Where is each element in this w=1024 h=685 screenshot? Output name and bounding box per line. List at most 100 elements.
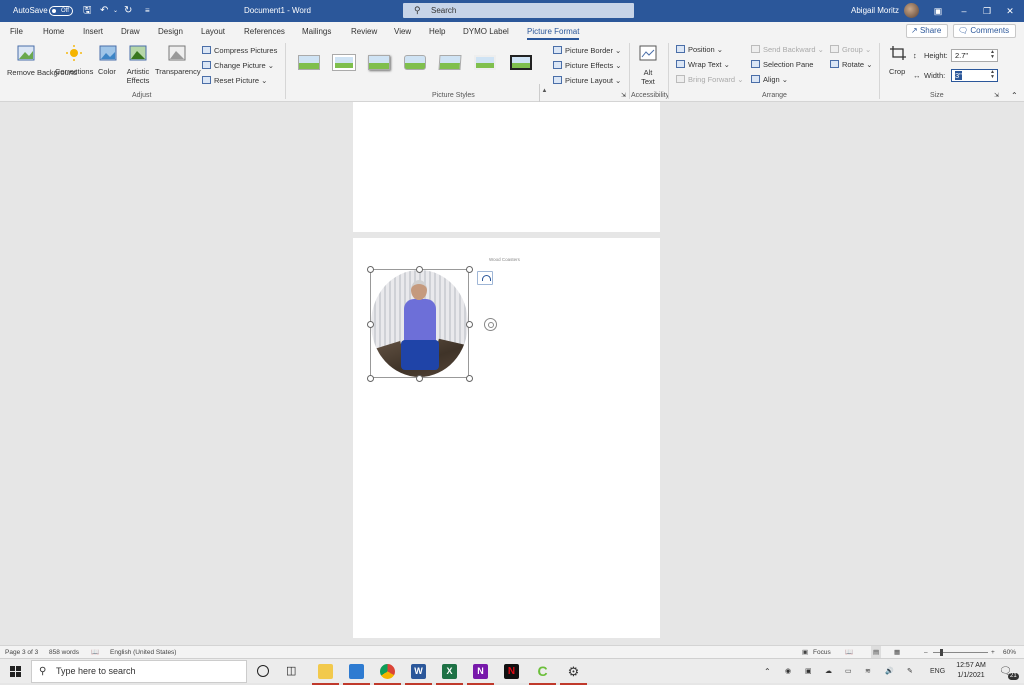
group-button[interactable]: Group ⌄ [830,45,871,54]
picture-style-2[interactable] [330,52,358,74]
cortana-icon[interactable] [257,665,269,677]
tab-draw[interactable]: Draw [121,22,140,41]
word-icon[interactable]: W [405,664,432,685]
tab-home[interactable]: Home [43,22,64,41]
bring-forward-button[interactable]: Bring Forward ⌄ [676,75,743,84]
corrections-button[interactable]: Corrections [55,67,93,76]
resize-handle-right[interactable] [466,321,473,328]
reset-picture-button[interactable]: Reset Picture ⌄ [202,76,267,85]
alt-text-button[interactable]: Alt Text [641,68,655,86]
tab-help[interactable]: Help [429,22,445,41]
picture-style-4[interactable] [401,52,429,74]
taskbar-search-box[interactable]: ⚲ Type here to search [31,660,247,683]
minimize-icon[interactable]: – [953,0,975,22]
tab-picture-format[interactable]: Picture Format [527,22,580,41]
selected-picture[interactable] [370,269,469,378]
restore-icon[interactable]: ❐ [976,0,998,22]
resize-handle-top[interactable] [416,266,423,273]
volume-icon[interactable]: 🔊 [885,659,894,684]
undo-icon[interactable]: ↶ [100,0,108,22]
resize-handle-bottom-right[interactable] [466,375,473,382]
selection-pane-button[interactable]: Selection Pane [751,60,813,69]
tab-insert[interactable]: Insert [83,22,103,41]
redo-icon[interactable]: ↻ [124,0,132,22]
picture-border-button[interactable]: Picture Border ⌄ [553,46,621,55]
picture-style-5[interactable] [436,52,464,74]
picture-layout-button[interactable]: Picture Layout ⌄ [553,76,621,85]
height-field[interactable]: 2.7" ▲ ▼ [951,49,998,62]
page-2[interactable] [353,102,660,232]
picture-style-6[interactable] [471,52,499,74]
green-c-app-icon[interactable]: C [529,664,556,685]
align-button[interactable]: Align ⌄ [751,75,788,84]
size-launcher-icon[interactable]: ⇲ [994,92,999,99]
picture-style-7[interactable] [507,52,535,74]
page-3[interactable]: Wood Coasters [353,238,660,638]
tab-design[interactable]: Design [158,22,183,41]
tab-view[interactable]: View [394,22,411,41]
show-hidden-icons-icon[interactable]: ⌃ [764,659,771,684]
wrap-text-button[interactable]: Wrap Text ⌄ [676,60,730,69]
rotate-handle-icon[interactable] [484,318,497,331]
send-backward-button[interactable]: Send Backward ⌄ [751,45,824,54]
share-button[interactable]: ↗ Share [906,24,948,38]
color-button[interactable]: Color [98,67,116,76]
comments-button[interactable]: 🗨 Comments [953,24,1016,38]
resize-handle-top-right[interactable] [466,266,473,273]
meet-now-icon[interactable]: ◉ [785,659,791,684]
tab-layout[interactable]: Layout [201,22,225,41]
netflix-icon[interactable]: N [504,664,519,679]
windows-start-icon[interactable] [10,666,21,677]
tray-app-icon[interactable]: ▣ [805,659,812,684]
onedrive-icon[interactable]: ☁ [825,659,832,684]
resize-handle-left[interactable] [367,321,374,328]
chrome-icon[interactable] [374,664,401,685]
change-picture-button[interactable]: Change Picture ⌄ [202,61,274,70]
input-language[interactable]: ENG [930,659,945,684]
avatar[interactable] [904,3,919,18]
picture-style-1[interactable] [295,52,323,74]
clock[interactable]: 12:57 AM 1/1/2021 [952,661,990,681]
picture-man-on-wood[interactable] [371,270,468,377]
search-box[interactable]: ⚲ Search [403,3,634,18]
rotate-button[interactable]: Rotate ⌄ [830,60,872,69]
layout-options-icon[interactable] [477,271,493,285]
tab-mailings[interactable]: Mailings [302,22,331,41]
onenote-icon[interactable]: N [467,664,494,685]
task-view-icon[interactable]: ◫ [286,664,301,679]
tab-references[interactable]: References [244,22,285,41]
undo-dropdown-icon[interactable]: ⌄ [113,0,118,22]
artistic-effects-button[interactable]: Artistic Effects [124,67,152,85]
width-field[interactable]: 3" ▲ ▼ [951,69,998,82]
wifi-icon[interactable]: ≋ [865,659,871,684]
close-icon[interactable]: ✕ [999,0,1021,22]
pen-workspace-icon[interactable]: ✎ [907,659,913,684]
customize-toolbar-icon[interactable]: ≡ [145,0,150,22]
compress-pictures-button[interactable]: Compress Pictures [202,46,277,55]
excel-icon[interactable]: X [436,664,463,685]
format-picture-launcher-icon[interactable]: ⇲ [621,92,626,99]
ribbon-display-icon[interactable]: ▣ [927,0,949,22]
user-name[interactable]: Abigail Moritz [851,0,899,22]
position-button[interactable]: Position ⌄ [676,45,723,54]
tab-dymo-label[interactable]: DYMO Label [463,22,509,41]
document-canvas[interactable]: Wood Coasters [0,102,1024,645]
autosave-toggle[interactable]: Off [49,6,73,16]
picture-effects-button[interactable]: Picture Effects ⌄ [553,61,622,70]
battery-icon[interactable]: ▭ [845,659,852,684]
resize-handle-top-left[interactable] [367,266,374,273]
tab-file[interactable]: File [10,22,23,41]
mail-icon[interactable] [343,664,370,685]
transparency-button[interactable]: Transparency [155,67,201,76]
zoom-slider-thumb[interactable] [940,649,943,656]
notifications-icon[interactable]: 🗨 [999,659,1012,684]
picture-style-3[interactable] [365,52,393,74]
save-icon[interactable]: 🖫 [83,0,92,22]
file-explorer-icon[interactable] [312,664,339,685]
tab-review[interactable]: Review [351,22,377,41]
resize-handle-bottom-left[interactable] [367,375,374,382]
resize-handle-bottom[interactable] [416,375,423,382]
settings-gear-icon[interactable]: ⚙ [560,664,587,685]
collapse-ribbon-icon[interactable]: ⌃ [1011,91,1018,100]
crop-button[interactable]: Crop [889,67,905,76]
